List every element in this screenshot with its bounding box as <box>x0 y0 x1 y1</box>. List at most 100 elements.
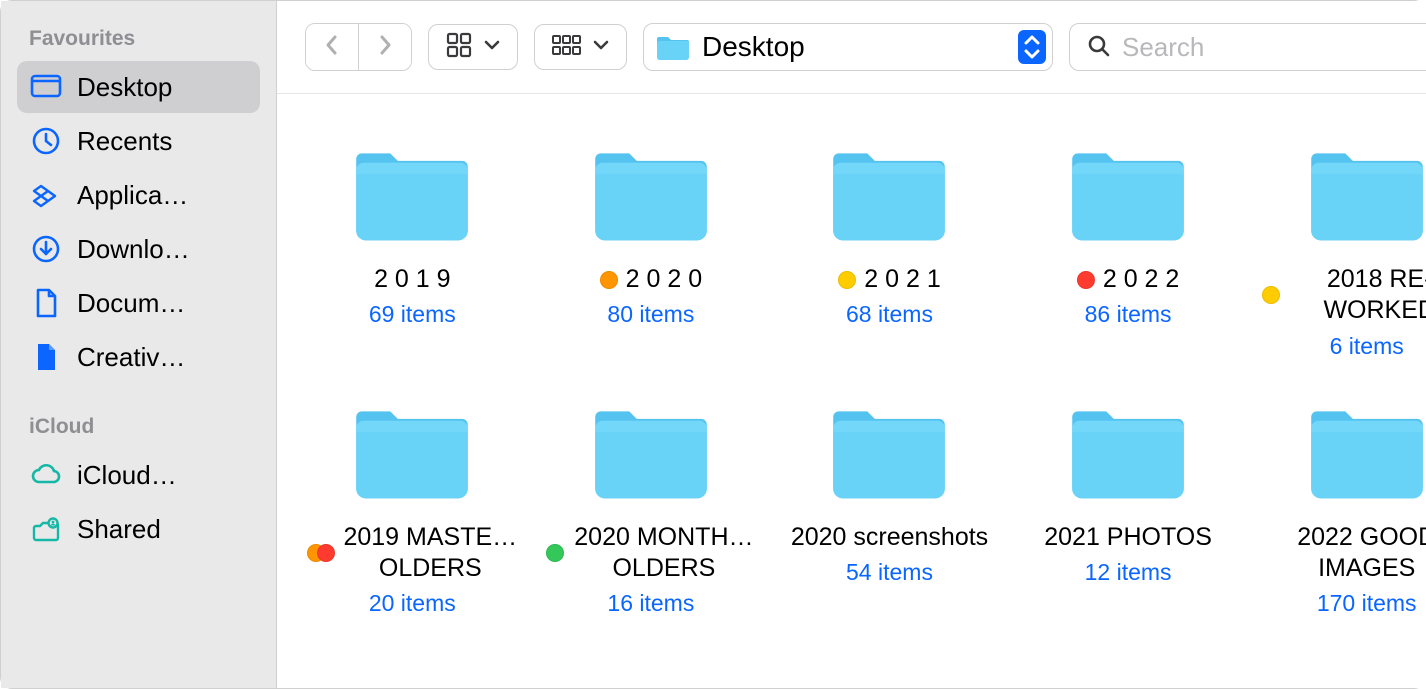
toolbar: Desktop <box>277 1 1426 94</box>
item-count: 6 items <box>1330 333 1404 360</box>
folder-icon <box>350 142 474 246</box>
item-count: 54 items <box>846 559 933 586</box>
tag-dots <box>838 271 856 289</box>
sidebar-item-desktop[interactable]: Desktop <box>17 61 260 113</box>
item-name: 2019 MASTE…OLDERS <box>343 522 517 585</box>
back-button[interactable] <box>306 24 358 70</box>
item-name: 2020 MONTH…OLDERS <box>572 522 756 585</box>
view-icon-button[interactable] <box>428 24 518 70</box>
tag-dots <box>1077 271 1095 289</box>
sidebar-item-creativ-[interactable]: Creativ… <box>17 331 260 383</box>
item-count: 170 items <box>1317 590 1417 617</box>
sidebar-item-downlo-[interactable]: Downlo… <box>17 223 260 275</box>
item-count: 16 items <box>607 590 694 617</box>
shared-icon <box>29 512 63 546</box>
folder-icon <box>1066 142 1190 246</box>
sidebar-item-label: Docum… <box>77 288 185 319</box>
folder-icon <box>827 400 951 504</box>
item-count: 86 items <box>1085 301 1172 328</box>
content-area: 2 0 1 9 69 items 2 0 2 0 80 items 2 0 2 1 68 … <box>277 94 1426 688</box>
tag-dot <box>838 271 856 289</box>
items-grid: 2 0 1 9 69 items 2 0 2 0 80 items 2 0 2 1 68 … <box>297 142 1426 617</box>
tag-dots <box>307 544 335 562</box>
sidebar-section-header: iCloud <box>17 407 260 449</box>
applications-icon <box>29 178 63 212</box>
sidebar-item-docum-[interactable]: Docum… <box>17 277 260 329</box>
sidebar-item-recents[interactable]: Recents <box>17 115 260 167</box>
path-control[interactable]: Desktop <box>643 23 1053 71</box>
item-name-row: 2020 screenshots <box>791 522 988 553</box>
creative-cloud-icon <box>29 340 63 374</box>
updown-icon <box>1021 33 1043 61</box>
folder-item[interactable]: 2 0 2 1 68 items <box>774 142 1005 360</box>
item-name: 2021 PHOTOS <box>1044 522 1212 553</box>
folder-item[interactable]: 2 0 2 0 80 items <box>536 142 767 360</box>
item-name-row: 2 0 1 9 <box>374 264 450 295</box>
item-name: 2022 GOOD IMAGES <box>1262 522 1426 585</box>
tag-dot <box>317 544 335 562</box>
item-name: 2 0 1 9 <box>374 264 450 295</box>
sidebar-item-icloud-[interactable]: iCloud… <box>17 449 260 501</box>
folder-icon <box>589 142 713 246</box>
sidebar-item-applica-[interactable]: Applica… <box>17 169 260 221</box>
folder-item[interactable]: 2020 screenshots 54 items <box>774 400 1005 618</box>
tag-dots <box>1262 286 1280 304</box>
tag-dot <box>600 271 618 289</box>
sidebar-item-label: Desktop <box>77 72 172 103</box>
downloads-icon <box>29 232 63 266</box>
sidebar-section-header: Favourites <box>17 19 260 61</box>
folder-item[interactable]: 2020 MONTH…OLDERS 16 items <box>536 400 767 618</box>
folder-item[interactable]: 2 0 1 9 69 items <box>297 142 528 360</box>
sidebar-item-label: Applica… <box>77 180 188 211</box>
documents-icon <box>29 286 63 320</box>
folder-item[interactable]: 2021 PHOTOS 12 items <box>1013 400 1244 618</box>
sidebar-item-label: iCloud… <box>77 460 177 491</box>
folder-item[interactable]: 2018 RE-WORKED 6 items <box>1251 142 1426 360</box>
nav-buttons <box>305 23 412 71</box>
group-by-button[interactable] <box>534 24 627 70</box>
folder-icon <box>827 142 951 246</box>
tag-dot <box>1262 286 1280 304</box>
sidebar-item-label: Shared <box>77 514 161 545</box>
sidebar-item-shared[interactable]: Shared <box>17 503 260 555</box>
item-name-row: 2 0 2 1 <box>838 264 940 295</box>
recents-icon <box>29 124 63 158</box>
sidebar-item-label: Downlo… <box>77 234 190 265</box>
item-name: 2 0 2 1 <box>864 264 940 295</box>
item-name-row: 2022 GOOD IMAGES <box>1262 522 1426 585</box>
chevron-down-icon <box>483 36 501 59</box>
main-area: Desktop 2 0 1 969 items2 0 2 080 items2 … <box>277 1 1426 688</box>
folder-icon <box>589 400 713 504</box>
folder-icon <box>656 34 690 60</box>
sidebar-item-label: Creativ… <box>77 342 185 373</box>
item-count: 12 items <box>1085 559 1172 586</box>
folder-item[interactable]: 2 0 2 2 86 items <box>1013 142 1244 360</box>
sidebar: Favourites Desktop Recents Applica… Downlo… D… <box>1 1 277 688</box>
folder-icon <box>350 400 474 504</box>
folder-icon <box>1305 142 1426 246</box>
item-count: 69 items <box>369 301 456 328</box>
item-name: 2018 RE-WORKED <box>1288 264 1426 327</box>
path-updown-button[interactable] <box>1018 30 1046 64</box>
search-box[interactable] <box>1069 23 1426 71</box>
path-label: Desktop <box>702 31 1006 63</box>
forward-button[interactable] <box>358 24 411 70</box>
folder-item[interactable]: 2022 GOOD IMAGES 170 items <box>1251 400 1426 618</box>
item-name: 2020 screenshots <box>791 522 988 553</box>
item-count: 80 items <box>607 301 694 328</box>
chevron-down-icon <box>592 36 610 59</box>
item-name-row: 2018 RE-WORKED <box>1262 264 1426 327</box>
item-name: 2 0 2 2 <box>1103 264 1179 295</box>
tag-dot <box>546 544 564 562</box>
item-name: 2 0 2 0 <box>626 264 702 295</box>
folder-icon <box>1305 400 1426 504</box>
item-count: 68 items <box>846 301 933 328</box>
folder-icon <box>1066 400 1190 504</box>
tag-dots <box>600 271 618 289</box>
sidebar-item-label: Recents <box>77 126 172 157</box>
tag-dots <box>546 544 564 562</box>
folder-item[interactable]: 2019 MASTE…OLDERS20 items <box>297 400 528 618</box>
search-input[interactable] <box>1122 32 1426 63</box>
item-name-row: 2 0 2 0 <box>600 264 702 295</box>
chevron-right-icon <box>375 33 395 62</box>
